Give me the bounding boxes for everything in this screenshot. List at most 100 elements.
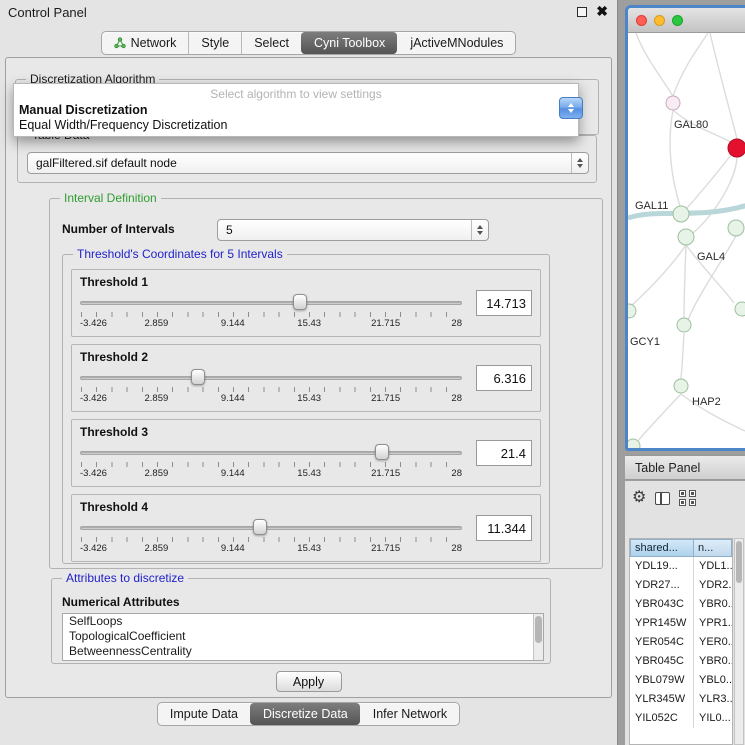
tab-discretize-data[interactable]: Discretize Data <box>250 703 360 725</box>
table-cell[interactable]: YDL19... <box>630 557 694 576</box>
threshold-4-slider[interactable]: -3.426 2.859 9.144 15.43 21.715 28 <box>80 517 462 559</box>
threshold-3-value[interactable] <box>476 440 532 466</box>
list-item-topologicalcoefficient[interactable]: TopologicalCoefficient <box>63 629 543 644</box>
close-panel-icon[interactable]: ✖ <box>596 3 608 20</box>
threshold-2-slider[interactable]: -3.426 2.859 9.144 15.43 21.715 28 <box>80 367 462 409</box>
network-node[interactable] <box>673 206 689 222</box>
network-node-labels: GAL80 GAL11 GAL4 GCY1 HAP2 <box>630 119 725 408</box>
network-node-red[interactable] <box>728 139 745 157</box>
table-cell[interactable]: YBL0... <box>694 671 732 690</box>
dropdown-item-manual-discretization[interactable]: Manual Discretization <box>14 101 578 117</box>
column-visibility-icon[interactable] <box>655 492 670 505</box>
column-header-name[interactable]: n... <box>694 539 732 557</box>
network-canvas[interactable]: GAL80 GAL11 GAL4 GCY1 HAP2 <box>628 33 745 448</box>
table-cell[interactable]: YDR2... <box>694 576 732 595</box>
table-cell[interactable]: YBR0... <box>694 652 732 671</box>
network-node[interactable] <box>735 302 745 316</box>
network-window-titlebar[interactable] <box>628 8 745 33</box>
table-cell[interactable]: YDR27... <box>630 576 694 595</box>
select-columns-checkboxes-icon[interactable] <box>679 490 697 506</box>
threshold-2-value[interactable] <box>476 365 532 391</box>
zoom-window-icon[interactable] <box>672 15 683 26</box>
list-scrollbar[interactable] <box>533 614 543 660</box>
network-node[interactable] <box>674 379 688 393</box>
table-row[interactable]: YBL079W YBL0... <box>630 671 732 690</box>
tab-jactivemnodules[interactable]: jActiveMNodules <box>397 32 515 54</box>
table-row[interactable]: YDR27... YDR2... <box>630 576 732 595</box>
tab-label: jActiveMNodules <box>410 36 503 50</box>
combobox-arrows-icon <box>571 153 588 173</box>
table-row[interactable]: YBR045C YBR0... <box>630 652 732 671</box>
table-toolbar: ⚙ <box>632 490 697 506</box>
table-cell[interactable]: YPR1... <box>694 614 732 633</box>
table-row[interactable]: YER054C YER0... <box>630 633 732 652</box>
table-row[interactable]: YPR145W YPR1... <box>630 614 732 633</box>
slider-thumb[interactable] <box>293 294 307 310</box>
slider-thumb[interactable] <box>375 444 389 460</box>
float-panel-icon[interactable] <box>577 7 587 17</box>
minimize-window-icon[interactable] <box>654 15 665 26</box>
table-row[interactable]: YBR043C YBR0... <box>630 595 732 614</box>
table-cell[interactable]: YBR0... <box>694 595 732 614</box>
list-item-selfloops[interactable]: SelfLoops <box>63 614 543 629</box>
network-node[interactable] <box>677 318 691 332</box>
table-cell[interactable]: YBL079W <box>630 671 694 690</box>
tick-label: 28 <box>451 318 462 329</box>
algorithm-combobox-button[interactable] <box>559 97 583 119</box>
tab-impute-data[interactable]: Impute Data <box>158 703 250 725</box>
table-cell[interactable]: YLR345W <box>630 690 694 709</box>
table-cell[interactable]: YPR145W <box>630 614 694 633</box>
dropdown-item-equal-width-frequency[interactable]: Equal Width/Frequency Discretization <box>14 117 578 132</box>
threshold-3-block: Threshold 3 -3.426 2.859 9.144 15.43 21.… <box>71 419 541 487</box>
slider-thumb[interactable] <box>253 519 267 535</box>
network-icon <box>114 37 126 49</box>
slider-thumb[interactable] <box>191 369 205 385</box>
scrollbar-thumb[interactable] <box>535 616 542 643</box>
tab-cyni-toolbox[interactable]: Cyni Toolbox <box>301 32 397 54</box>
settings-gear-icon[interactable]: ⚙ <box>632 490 646 506</box>
tab-select[interactable]: Select <box>241 32 301 54</box>
list-item-betweennesscentrality[interactable]: BetweennessCentrality <box>63 644 543 659</box>
slider-track[interactable] <box>80 451 462 455</box>
table-cell[interactable]: YER0... <box>694 633 732 652</box>
table-row[interactable]: YLR345W YLR3... <box>630 690 732 709</box>
close-window-icon[interactable] <box>636 15 647 26</box>
network-node[interactable] <box>728 220 744 236</box>
table-cell[interactable]: YER054C <box>630 633 694 652</box>
threshold-4-block: Threshold 4 -3.426 2.859 9.144 15.43 21.… <box>71 494 541 562</box>
table-cell[interactable]: YIL0... <box>694 709 732 728</box>
table-data-combobox[interactable]: galFiltered.sif default node <box>27 152 589 174</box>
network-node[interactable] <box>678 229 694 245</box>
table-cell[interactable]: YBR045C <box>630 652 694 671</box>
spinner-arrows-icon <box>471 220 488 240</box>
apply-button[interactable]: Apply <box>276 671 342 692</box>
table-cell[interactable]: YLR3... <box>694 690 732 709</box>
slider-track[interactable] <box>80 526 462 530</box>
scrollbar-thumb[interactable] <box>736 541 742 583</box>
threshold-1-slider[interactable]: -3.426 2.859 9.144 15.43 21.715 28 <box>80 292 462 334</box>
column-header-shared-name[interactable]: shared... <box>630 539 694 557</box>
table-cell[interactable]: YBR043C <box>630 595 694 614</box>
threshold-3-slider[interactable]: -3.426 2.859 9.144 15.43 21.715 28 <box>80 442 462 484</box>
tick-label: 21.715 <box>371 393 400 404</box>
table-cell[interactable]: YDL1... <box>694 557 732 576</box>
tab-network[interactable]: Network <box>102 32 189 54</box>
table-header-row: shared... n... <box>630 539 732 557</box>
threshold-4-value[interactable] <box>476 515 532 541</box>
up-arrow-icon <box>568 103 574 107</box>
table-cell[interactable]: YIL052C <box>630 709 694 728</box>
slider-track[interactable] <box>80 301 462 305</box>
threshold-2-block: Threshold 2 -3.426 2.859 9.144 15.43 21.… <box>71 344 541 412</box>
table-scrollbar[interactable] <box>734 538 744 745</box>
table-row[interactable]: YIL052C YIL0... <box>630 709 732 728</box>
table-row[interactable]: YDL19... YDL1... <box>630 557 732 576</box>
tab-infer-network[interactable]: Infer Network <box>360 703 459 725</box>
attributes-group: Attributes to discretize Numerical Attri… <box>51 578 551 664</box>
slider-track[interactable] <box>80 376 462 380</box>
network-node[interactable] <box>628 304 636 318</box>
network-node[interactable] <box>666 96 680 110</box>
tab-style[interactable]: Style <box>188 32 241 54</box>
number-of-intervals-spinner[interactable]: 5 <box>217 219 489 241</box>
threshold-1-value[interactable] <box>476 290 532 316</box>
tick-label: 28 <box>451 468 462 479</box>
